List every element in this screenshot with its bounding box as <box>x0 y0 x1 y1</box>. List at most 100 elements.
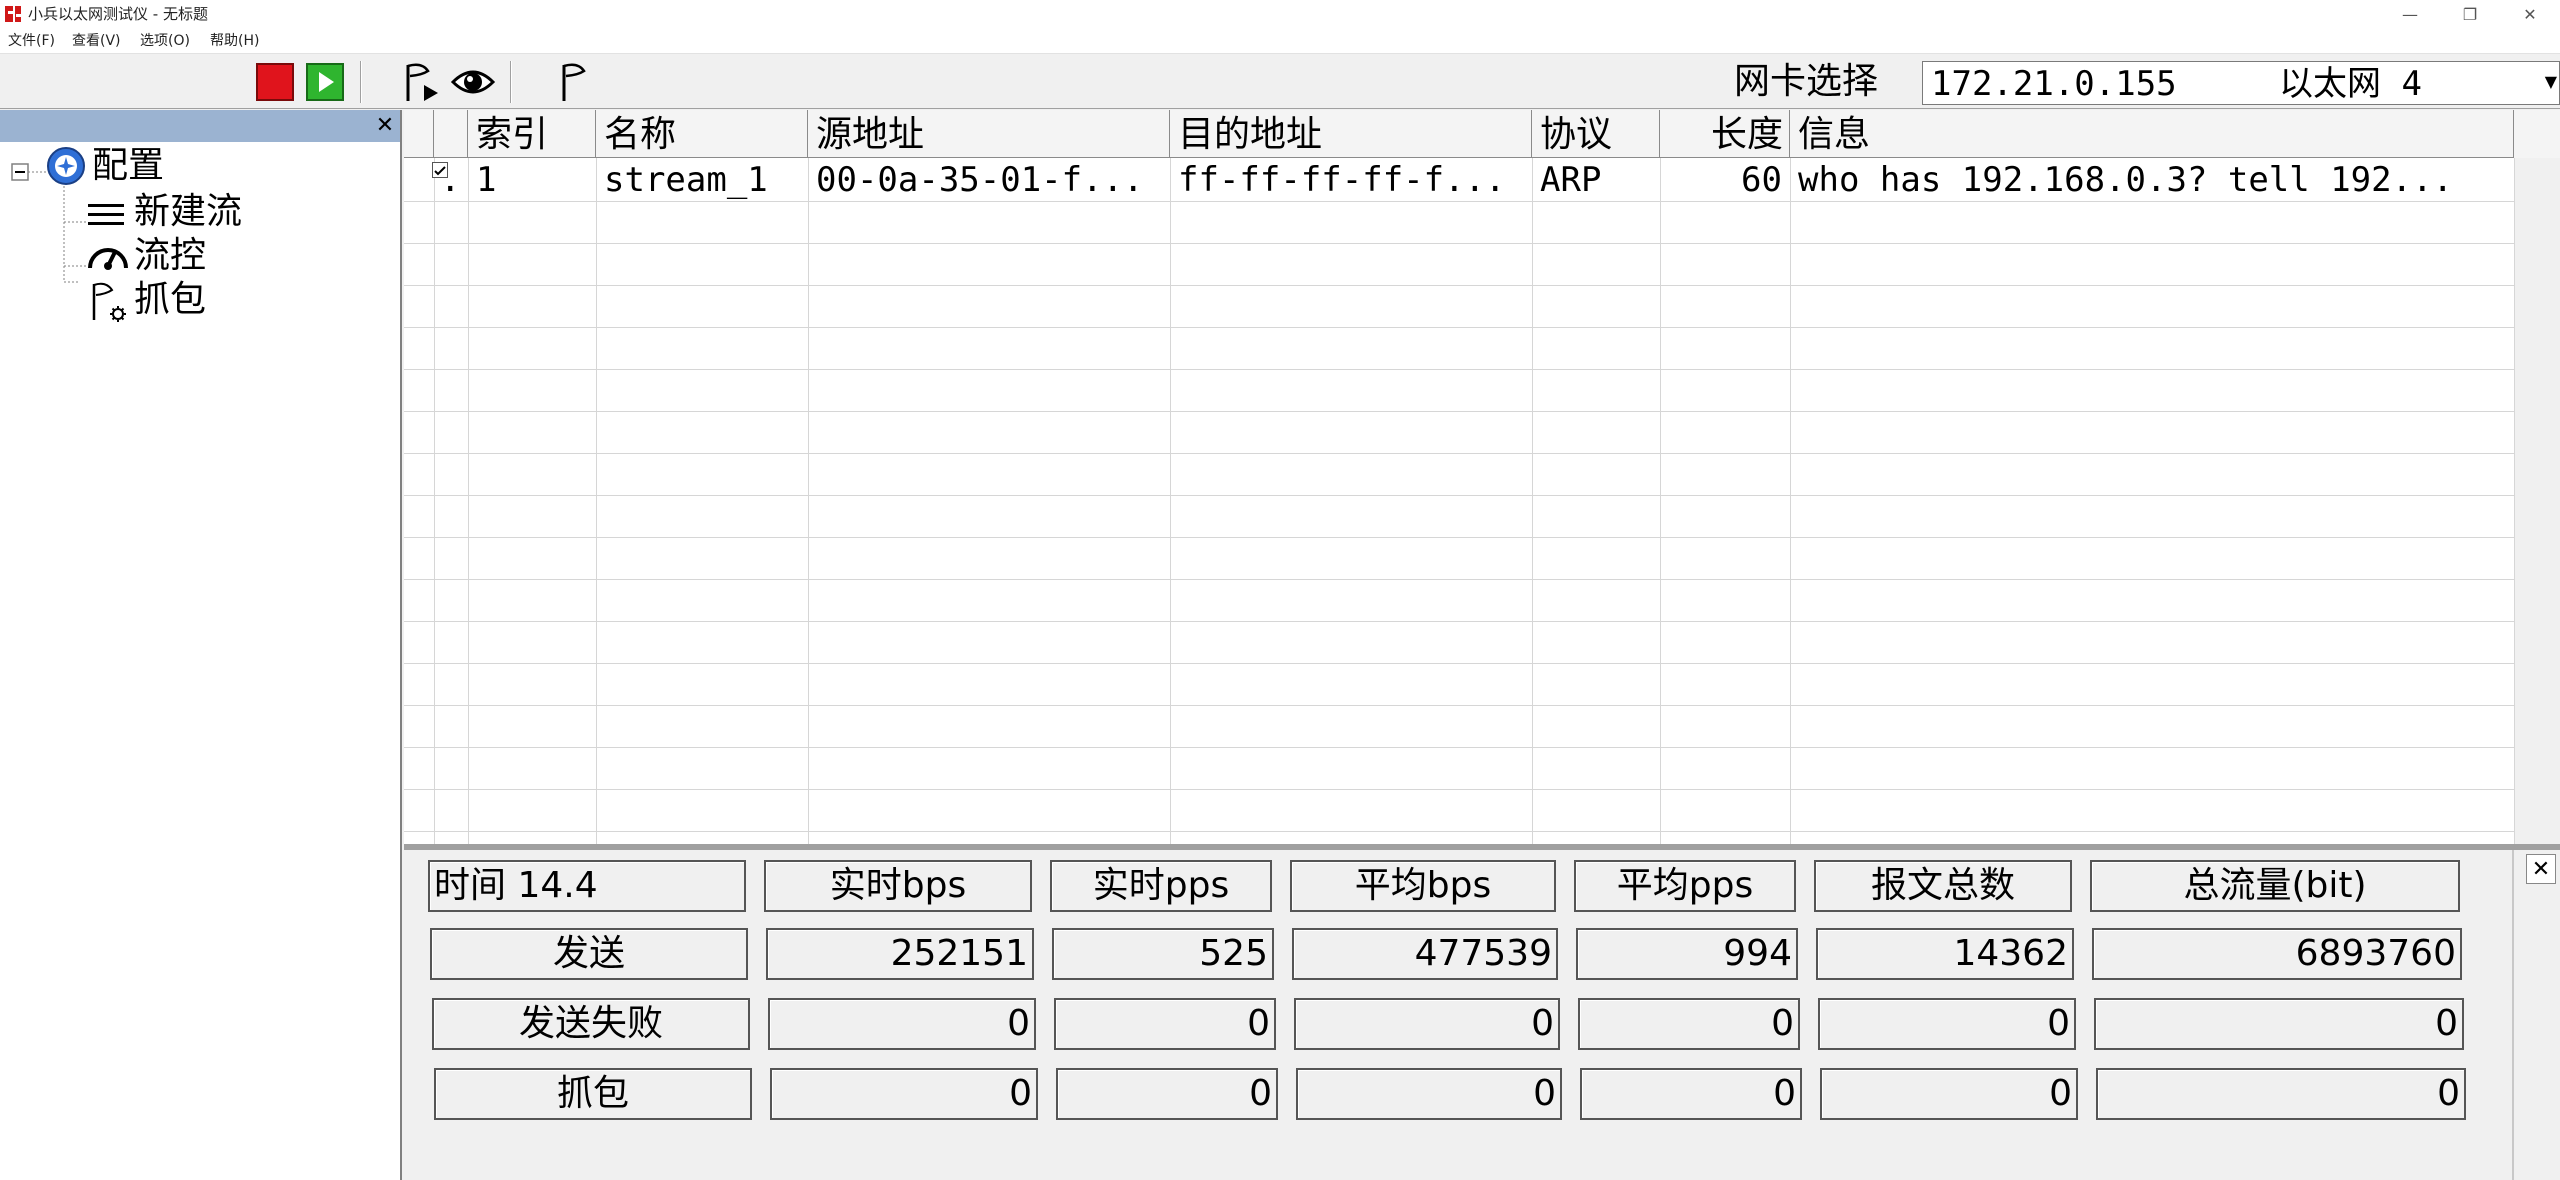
stats-send-avg-pps: 994 <box>1576 928 1798 980</box>
capture-gear-flag-icon <box>86 280 130 324</box>
stats-row-send-label: 发送 <box>430 928 748 980</box>
panel-divider <box>2512 850 2514 1180</box>
nic-select-value: 172.21.0.155 以太网 4 <box>1931 64 2422 104</box>
cell-info[interactable]: who has 192.168.0.3? tell 192... <box>1790 158 2514 200</box>
stats-header-total-bits: 总流量(bit) <box>2090 860 2460 912</box>
menu-help[interactable]: 帮助(H) <box>210 31 259 51</box>
chevron-down-icon[interactable]: ▼ <box>2545 72 2557 91</box>
stats-header-realtime-pps: 实时pps <box>1050 860 1272 912</box>
row-divider <box>404 453 2514 454</box>
tree-item-flow-control[interactable]: 流控 <box>134 234 206 278</box>
stats-capture-total-bits: 0 <box>2096 1068 2466 1120</box>
cell-src[interactable]: 00-0a-35-01-f... <box>808 158 1170 200</box>
minimize-button[interactable]: — <box>2380 0 2440 28</box>
header-name[interactable]: 名称 <box>596 110 808 158</box>
row-divider <box>404 369 2514 370</box>
row-divider <box>404 705 2514 706</box>
stop-button[interactable] <box>252 61 298 103</box>
header-src[interactable]: 源地址 <box>808 110 1170 158</box>
stats-row-failed-label: 发送失败 <box>432 998 750 1050</box>
vertical-scrollbar[interactable] <box>2514 158 2560 844</box>
stats-send-realtime-pps: 525 <box>1052 928 1274 980</box>
stats-failed-realtime-pps: 0 <box>1054 998 1276 1050</box>
cell-name[interactable]: stream_1 <box>596 158 808 200</box>
cell-dst[interactable]: ff-ff-ff-ff-f... <box>1170 158 1532 200</box>
menu-options[interactable]: 选项(O) <box>140 31 190 51</box>
restore-button[interactable]: ❐ <box>2440 0 2500 28</box>
stats-header-total-packets: 报文总数 <box>1814 860 2072 912</box>
stats-panel: ✕ 时间 14.4 实时bps 实时pps 平均bps 平均pps 报文总数 总… <box>404 850 2560 1180</box>
title-bar: 小兵以太网测试仪 - 无标题 — ❐ ✕ <box>0 0 2560 28</box>
config-tree-panel: ✕ 配置 新建流 流控 抓包 <box>0 110 402 1180</box>
stats-send-total-packets: 14362 <box>1816 928 2074 980</box>
header-index[interactable]: 索引 <box>468 110 596 158</box>
stats-failed-avg-bps: 0 <box>1294 998 1560 1050</box>
stats-send-avg-bps: 477539 <box>1292 928 1558 980</box>
tree-item-capture[interactable]: 抓包 <box>134 278 206 322</box>
col-divider <box>1170 158 1171 844</box>
stats-header-avg-pps: 平均pps <box>1574 860 1796 912</box>
row-divider <box>404 789 2514 790</box>
table-header: 索引 名称 源地址 目的地址 协议 长度 信息 <box>404 110 2560 158</box>
header-select <box>404 110 434 158</box>
list-icon <box>86 194 126 234</box>
menu-view[interactable]: 查看(V) <box>72 31 121 51</box>
row-divider <box>404 537 2514 538</box>
col-divider <box>468 158 469 844</box>
start-button[interactable] <box>302 61 348 103</box>
capture-start-button[interactable] <box>400 61 446 103</box>
capture-flag-icon <box>406 63 438 101</box>
panel-header: ✕ <box>0 110 400 142</box>
row-marker: . <box>440 160 461 200</box>
cell-length[interactable]: 60 <box>1660 158 1790 200</box>
menu-bar: 文件(F) 查看(V) 选项(O) 帮助(H) <box>0 28 2560 54</box>
header-proto[interactable]: 协议 <box>1532 110 1660 158</box>
stats-capture-avg-pps: 0 <box>1580 1068 1802 1120</box>
row-divider <box>404 243 2514 244</box>
gauge-icon <box>86 236 130 276</box>
eye-icon <box>451 70 495 94</box>
row-divider <box>404 621 2514 622</box>
capture-button[interactable] <box>552 61 598 103</box>
row-divider <box>404 411 2514 412</box>
stats-failed-realtime-bps: 0 <box>768 998 1036 1050</box>
col-divider <box>1532 158 1533 844</box>
row-divider <box>404 327 2514 328</box>
stats-header-realtime-bps: 实时bps <box>764 860 1032 912</box>
cell-proto[interactable]: ARP <box>1532 158 1660 200</box>
view-button[interactable] <box>450 61 496 103</box>
row-divider <box>404 285 2514 286</box>
col-divider <box>596 158 597 844</box>
cell-index[interactable]: 1 <box>468 158 596 200</box>
row-divider <box>404 579 2514 580</box>
header-filler <box>2514 110 2560 158</box>
header-info[interactable]: 信息 <box>1790 110 2514 158</box>
tree-item-new-stream[interactable]: 新建流 <box>134 190 242 234</box>
toolbar: 网卡选择 172.21.0.155 以太网 4 ▼ <box>0 55 2560 109</box>
stats-header-avg-bps: 平均bps <box>1290 860 1556 912</box>
stats-send-realtime-bps: 252151 <box>766 928 1034 980</box>
toolbar-separator <box>510 61 512 103</box>
header-length[interactable]: 长度 <box>1660 110 1790 158</box>
stats-failed-total-bits: 0 <box>2094 998 2464 1050</box>
app-icon <box>2 3 24 25</box>
tree-root-config[interactable]: 配置 <box>92 144 164 188</box>
header-dst[interactable]: 目的地址 <box>1170 110 1532 158</box>
stats-send-total-bits: 6893760 <box>2092 928 2462 980</box>
row-divider <box>404 663 2514 664</box>
flag-icon <box>562 63 586 101</box>
row-divider <box>404 495 2514 496</box>
menu-file[interactable]: 文件(F) <box>8 31 55 51</box>
close-button[interactable]: ✕ <box>2500 0 2560 28</box>
nic-select[interactable]: 172.21.0.155 以太网 4 ▼ <box>1922 61 2560 105</box>
col-divider <box>1660 158 1661 844</box>
stream-table: 索引 名称 源地址 目的地址 协议 长度 信息 . 1 stream_1 00-… <box>404 110 2560 844</box>
stats-failed-total-packets: 0 <box>1818 998 2076 1050</box>
row-divider <box>404 831 2514 832</box>
close-icon[interactable]: ✕ <box>372 112 398 138</box>
nic-select-label: 网卡选择 <box>1734 61 1879 102</box>
config-icon <box>46 146 86 186</box>
close-icon[interactable]: ✕ <box>2526 854 2556 884</box>
row-divider <box>404 201 2514 202</box>
stats-capture-realtime-bps: 0 <box>770 1068 1038 1120</box>
